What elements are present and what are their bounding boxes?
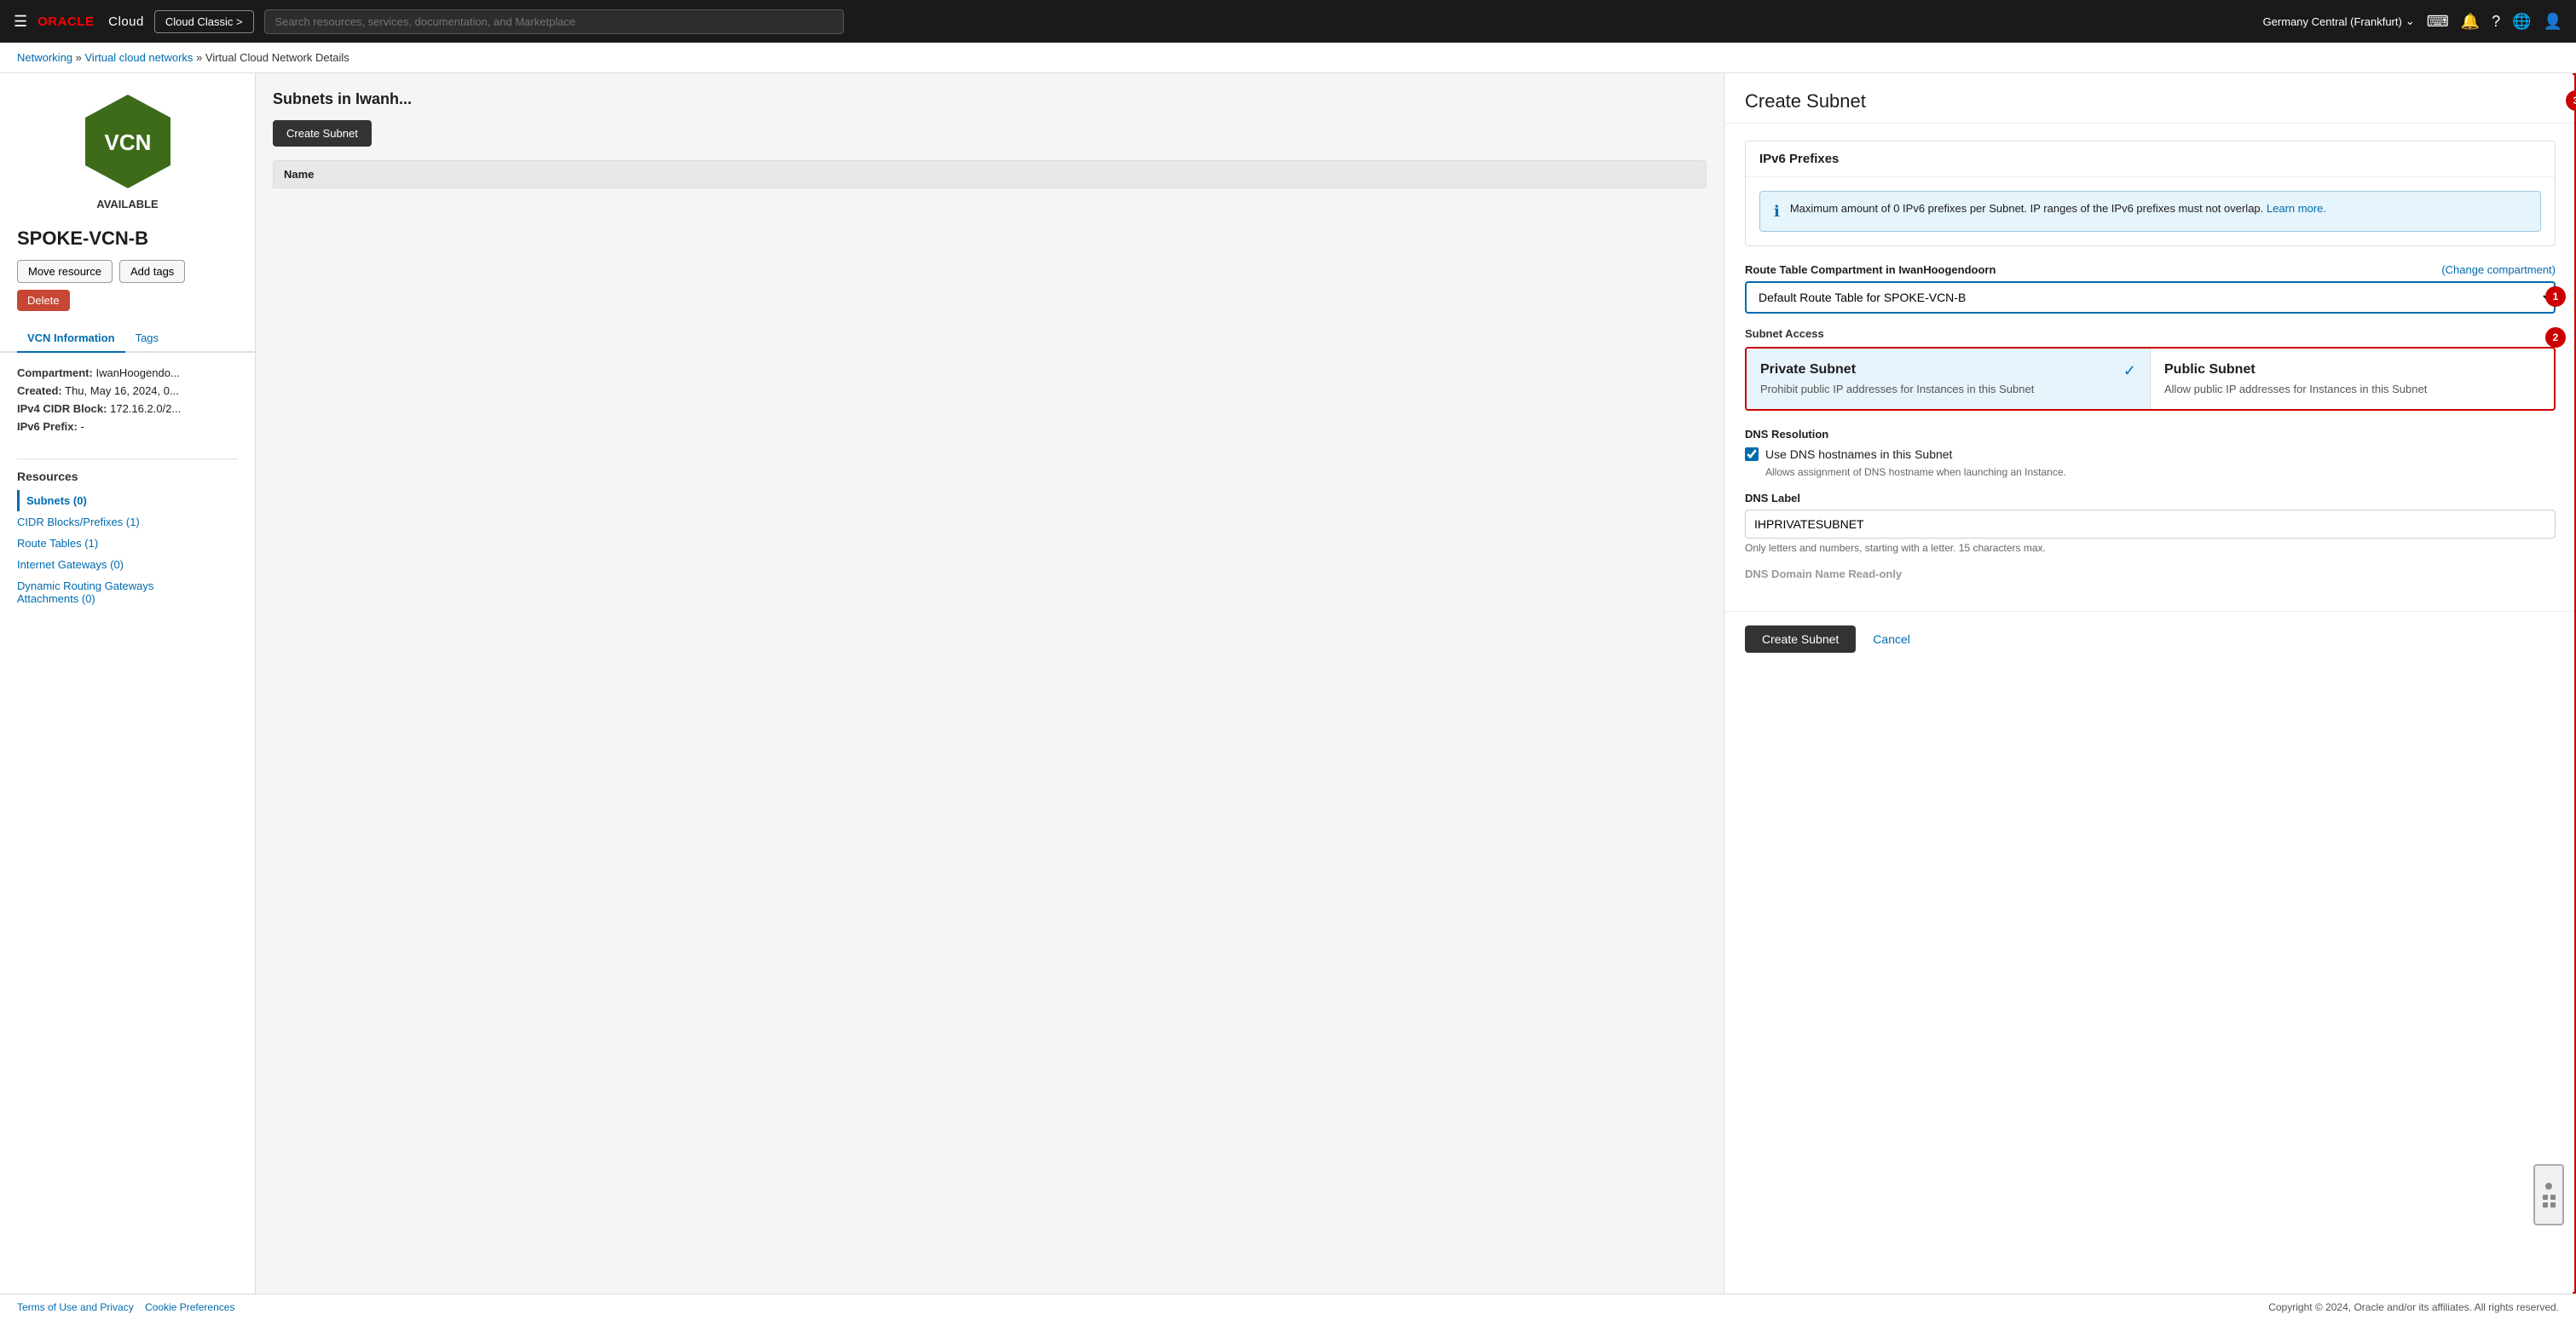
private-subnet-title: Private Subnet bbox=[1760, 362, 1856, 378]
cancel-button[interactable]: Cancel bbox=[1866, 625, 1917, 653]
public-subnet-desc: Allow public IP addresses for Instances … bbox=[2164, 383, 2540, 395]
ipv6-prefix-row: IPv6 Prefix: - bbox=[17, 420, 238, 433]
public-subnet-option[interactable]: Public Subnet Allow public IP addresses … bbox=[2151, 349, 2554, 409]
terminal-icon[interactable]: ⌨ bbox=[2427, 13, 2449, 31]
panel-body: IPv6 Prefixes ℹ Maximum amount of 0 IPv6… bbox=[1724, 124, 2576, 611]
oracle-logo: ORACLE Cloud bbox=[38, 14, 144, 29]
top-nav: ☰ ORACLE Cloud Cloud Classic > Germany C… bbox=[0, 0, 2576, 43]
dns-label-input[interactable] bbox=[1745, 510, 2556, 539]
helper-dot-1 bbox=[2545, 1183, 2552, 1190]
search-input[interactable] bbox=[264, 9, 844, 34]
dns-domain-label: DNS Domain Name Read-only bbox=[1745, 568, 2556, 580]
resource-internet-gateways[interactable]: Internet Gateways (0) bbox=[17, 554, 238, 575]
breadcrumb-current: Virtual Cloud Network Details bbox=[205, 51, 349, 64]
globe-icon[interactable]: 🌐 bbox=[2512, 13, 2531, 31]
bell-icon[interactable]: 🔔 bbox=[2461, 13, 2480, 31]
resources-title: Resources bbox=[17, 458, 238, 490]
dns-checkbox-label: Use DNS hostnames in this Subnet bbox=[1765, 447, 1952, 461]
annotation-2: 2 bbox=[2545, 327, 2566, 348]
dns-input-label: DNS Label bbox=[1745, 492, 2556, 504]
middle-panel: Subnets in Iwanh... Create Subnet Name bbox=[256, 73, 1724, 1294]
vcn-info: Compartment: IwanHoogendo... Created: Th… bbox=[0, 353, 255, 452]
helper-grid bbox=[2543, 1195, 2556, 1208]
subnet-options: Private Subnet ✓ Prohibit public IP addr… bbox=[1745, 347, 2556, 411]
info-icon: ℹ bbox=[1774, 203, 1780, 221]
resource-drg[interactable]: Dynamic Routing GatewaysAttachments (0) bbox=[17, 575, 238, 609]
learn-more-link[interactable]: Learn more. bbox=[2267, 202, 2326, 215]
public-subnet-title: Public Subnet bbox=[2164, 362, 2540, 378]
panel-footer: Create Subnet Cancel bbox=[1724, 611, 2576, 666]
move-resource-button[interactable]: Move resource bbox=[17, 260, 113, 283]
ipv6-section: IPv6 Prefixes ℹ Maximum amount of 0 IPv6… bbox=[1745, 141, 2556, 246]
vcn-hexagon-svg: VCN bbox=[77, 90, 179, 193]
add-tags-button[interactable]: Add tags bbox=[119, 260, 185, 283]
resource-cidr-blocks[interactable]: CIDR Blocks/Prefixes (1) bbox=[17, 511, 238, 533]
subnet-access-label: Subnet Access bbox=[1745, 327, 2556, 340]
created-row: Created: Thu, May 16, 2024, 0... bbox=[17, 384, 238, 397]
private-subnet-desc: Prohibit public IP addresses for Instanc… bbox=[1760, 383, 2136, 395]
dns-section: DNS Resolution Use DNS hostnames in this… bbox=[1745, 428, 2556, 478]
footer-bar: Terms of Use and Privacy Cookie Preferen… bbox=[0, 1294, 2576, 1320]
dns-help-text: Allows assignment of DNS hostname when l… bbox=[1765, 466, 2556, 478]
route-table-group: Route Table Compartment in IwanHoogendoo… bbox=[1745, 263, 2556, 314]
chevron-down-icon: ⌄ bbox=[2406, 14, 2415, 28]
create-subnet-button[interactable]: Create Subnet bbox=[273, 120, 372, 147]
help-icon[interactable]: ? bbox=[2492, 13, 2500, 31]
breadcrumb-sep2: » bbox=[196, 51, 205, 64]
breadcrumb-sep1: » bbox=[76, 51, 85, 64]
cloud-classic-button[interactable]: Cloud Classic > bbox=[154, 10, 254, 33]
table-header: Name bbox=[273, 160, 1707, 188]
panel-header: Create Subnet bbox=[1724, 73, 2576, 124]
breadcrumb-networking[interactable]: Networking bbox=[17, 51, 72, 64]
dns-domain-group: DNS Domain Name Read-only bbox=[1745, 568, 2556, 580]
dns-label-group: DNS Label Only letters and numbers, star… bbox=[1745, 492, 2556, 554]
vcn-status: AVAILABLE bbox=[96, 198, 158, 210]
svg-text:VCN: VCN bbox=[104, 130, 151, 155]
ipv6-info-banner: ℹ Maximum amount of 0 IPv6 prefixes per … bbox=[1759, 191, 2541, 232]
tab-tags[interactable]: Tags bbox=[125, 325, 169, 351]
breadcrumb: Networking » Virtual cloud networks » Vi… bbox=[0, 43, 2576, 73]
ipv4-cidr-row: IPv4 CIDR Block: 172.16.2.0/2... bbox=[17, 402, 238, 415]
left-panel: VCN AVAILABLE SPOKE-VCN-B Move resource … bbox=[0, 73, 256, 1294]
resource-subnets[interactable]: Subnets (0) bbox=[17, 490, 238, 511]
subnet-access-wrapper: Subnet Access 2 Private Subnet ✓ Prohibi… bbox=[1745, 327, 2556, 411]
tabs-row: VCN Information Tags bbox=[0, 325, 255, 353]
main-layout: VCN AVAILABLE SPOKE-VCN-B Move resource … bbox=[0, 73, 2576, 1294]
resources-section: Resources Subnets (0) CIDR Blocks/Prefix… bbox=[0, 458, 255, 609]
breadcrumb-vcn[interactable]: Virtual cloud networks bbox=[85, 51, 193, 64]
delete-button[interactable]: Delete bbox=[17, 290, 70, 311]
ipv6-section-body: ℹ Maximum amount of 0 IPv6 prefixes per … bbox=[1746, 177, 2555, 245]
side-helper-widget bbox=[2533, 1164, 2564, 1225]
footer-left: Terms of Use and Privacy Cookie Preferen… bbox=[17, 1301, 234, 1313]
route-table-select[interactable]: Default Route Table for SPOKE-VCN-B bbox=[1745, 281, 2556, 314]
dns-checkbox[interactable] bbox=[1745, 447, 1759, 461]
private-subnet-option[interactable]: Private Subnet ✓ Prohibit public IP addr… bbox=[1747, 349, 2151, 409]
private-subnet-checkmark: ✓ bbox=[2123, 362, 2136, 380]
resource-route-tables[interactable]: Route Tables (1) bbox=[17, 533, 238, 554]
dns-checkbox-row: Use DNS hostnames in this Subnet bbox=[1745, 447, 2556, 461]
create-subnet-submit-button[interactable]: Create Subnet bbox=[1745, 625, 1856, 653]
route-table-label: Route Table Compartment in IwanHoogendoo… bbox=[1745, 263, 1996, 276]
dns-char-hint: Only letters and numbers, starting with … bbox=[1745, 542, 2556, 554]
vcn-name: SPOKE-VCN-B bbox=[0, 228, 255, 260]
hamburger-icon[interactable]: ☰ bbox=[14, 13, 27, 31]
nav-right: Germany Central (Frankfurt) ⌄ ⌨ 🔔 ? 🌐 👤 bbox=[2263, 13, 2562, 31]
dns-resolution-label: DNS Resolution bbox=[1745, 428, 2556, 441]
terms-link[interactable]: Terms of Use and Privacy bbox=[17, 1301, 134, 1313]
subnets-title: Subnets in Iwanh... bbox=[273, 90, 1707, 108]
region-selector[interactable]: Germany Central (Frankfurt) ⌄ bbox=[2263, 14, 2415, 28]
vcn-icon-area: VCN AVAILABLE bbox=[0, 73, 255, 228]
panel-title: Create Subnet bbox=[1745, 90, 2556, 112]
change-compartment-link[interactable]: (Change compartment) bbox=[2441, 263, 2556, 276]
footer-right: Copyright © 2024, Oracle and/or its affi… bbox=[2268, 1301, 2559, 1313]
compartment-row: Compartment: IwanHoogendo... bbox=[17, 366, 238, 379]
vcn-hexagon: VCN bbox=[77, 90, 179, 193]
annotation-1: 1 bbox=[2545, 286, 2566, 307]
cookie-link[interactable]: Cookie Preferences bbox=[145, 1301, 234, 1313]
create-subnet-panel: 3 Create Subnet IPv6 Prefixes ℹ Maximum … bbox=[1724, 73, 2576, 1294]
vcn-buttons: Move resource Add tags Delete bbox=[0, 260, 255, 325]
ipv6-section-header: IPv6 Prefixes bbox=[1746, 141, 2555, 177]
user-icon[interactable]: 👤 bbox=[2544, 13, 2562, 31]
tab-vcn-information[interactable]: VCN Information bbox=[17, 325, 125, 353]
